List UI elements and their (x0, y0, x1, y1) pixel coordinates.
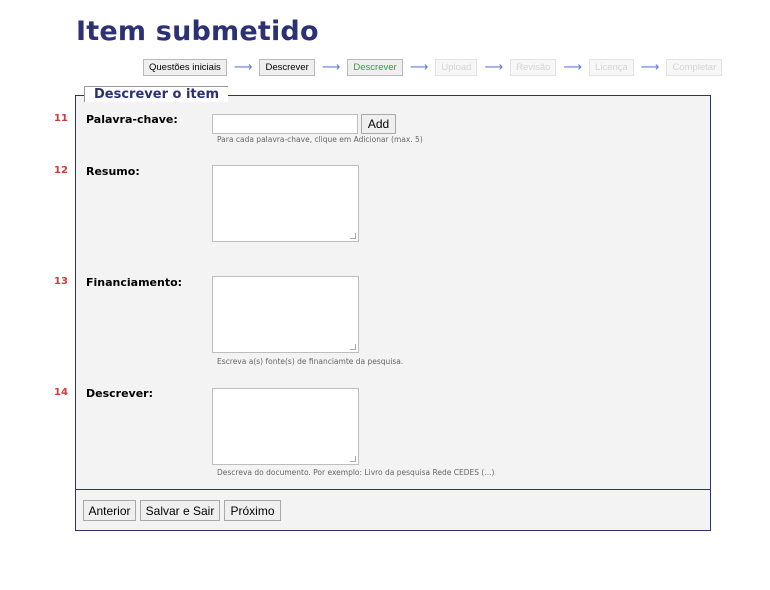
field-number-14: 14 (54, 387, 68, 398)
step-describe-2[interactable]: Descrever (347, 59, 403, 76)
arrow-right-icon: ⟶ (409, 60, 429, 75)
arrow-right-icon: ⟶ (321, 60, 341, 75)
add-keyword-button[interactable]: Add (361, 114, 396, 134)
field-number-13: 13 (54, 276, 68, 287)
page-title: Item submetido (76, 16, 319, 47)
section-legend: Descrever o item (84, 86, 228, 102)
keyword-input[interactable] (212, 114, 358, 134)
abstract-textarea[interactable] (212, 165, 359, 242)
arrow-right-icon: ⟶ (233, 60, 253, 75)
progress-bar: Questões iniciais ⟶ Descrever ⟶ Descreve… (143, 59, 723, 76)
field-number-12: 12 (54, 165, 68, 176)
button-bar-divider (75, 489, 711, 490)
arrow-right-icon: ⟶ (484, 60, 504, 75)
description-textarea[interactable] (212, 388, 359, 465)
step-upload: Upload (435, 59, 478, 76)
step-complete: Completar (666, 59, 723, 76)
next-button[interactable]: Próximo (224, 500, 281, 521)
previous-button[interactable]: Anterior (83, 500, 136, 521)
arrow-right-icon: ⟶ (563, 60, 583, 75)
funding-textarea[interactable] (212, 276, 359, 353)
step-initial-questions[interactable]: Questões iniciais (143, 59, 227, 76)
step-license: Licença (589, 59, 634, 76)
abstract-label: Resumo: (86, 165, 140, 178)
description-label: Descrever: (86, 387, 153, 400)
arrow-right-icon: ⟶ (640, 60, 660, 75)
keyword-hint: Para cada palavra-chave, clique em Adici… (217, 135, 423, 144)
keyword-label: Palavra-chave: (86, 113, 178, 126)
funding-label: Financiamento: (86, 276, 183, 289)
step-review: Revisão (510, 59, 557, 76)
describe-panel (75, 95, 711, 531)
section-legend-text: Descrever o item (94, 87, 219, 102)
funding-hint: Escreva a(s) fonte(s) de financiamte da … (217, 357, 404, 366)
step-describe-1[interactable]: Descrever (259, 59, 315, 76)
description-hint: Descreva do documento. Por exemplo: Livr… (217, 468, 495, 477)
save-exit-button[interactable]: Salvar e Sair (140, 500, 220, 521)
field-number-11: 11 (54, 113, 68, 124)
